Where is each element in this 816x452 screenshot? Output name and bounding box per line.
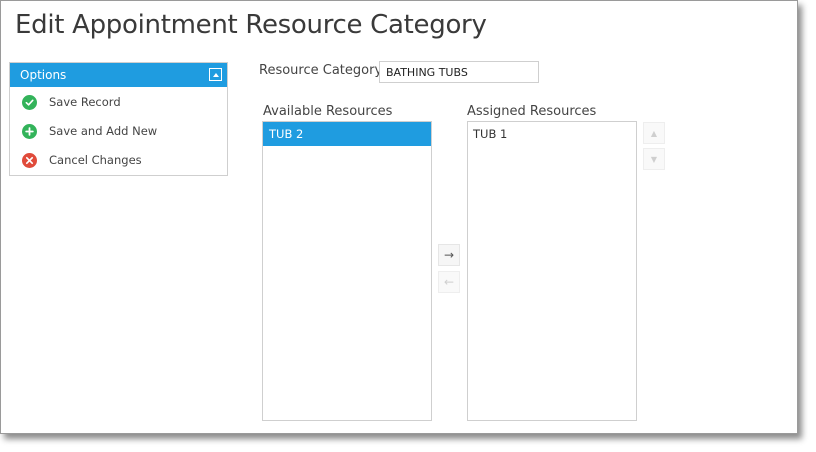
x-icon <box>22 152 37 168</box>
options-header-label: Options <box>20 68 67 82</box>
list-item[interactable]: TUB 1 <box>468 122 636 146</box>
available-resources-list[interactable]: TUB 2 <box>262 121 432 421</box>
arrow-up-icon: ▲ <box>650 128 658 138</box>
cancel-changes-button[interactable]: Cancel Changes <box>22 151 142 169</box>
arrow-right-icon: → <box>443 248 455 262</box>
check-icon <box>22 94 37 110</box>
move-left-button[interactable]: ← <box>438 271 460 293</box>
plus-icon <box>22 123 37 139</box>
arrow-left-icon: ← <box>443 275 455 289</box>
page-title: Edit Appointment Resource Category <box>15 10 487 40</box>
options-panel: Options Save Record Save and Add New Can… <box>9 62 228 176</box>
list-item[interactable]: TUB 2 <box>263 122 431 146</box>
assigned-resources-list[interactable]: TUB 1 <box>467 121 637 421</box>
available-resources-label: Available Resources <box>263 104 393 119</box>
dialog-window: Edit Appointment Resource Category Optio… <box>0 0 798 434</box>
save-and-add-new-label: Save and Add New <box>49 124 158 138</box>
save-and-add-new-button[interactable]: Save and Add New <box>22 122 157 140</box>
move-up-button[interactable]: ▲ <box>643 122 665 144</box>
arrow-down-icon: ▼ <box>650 154 658 164</box>
save-record-button[interactable]: Save Record <box>22 93 121 111</box>
assigned-resources-label: Assigned Resources <box>467 104 597 119</box>
collapse-icon[interactable] <box>209 68 222 81</box>
resource-category-input[interactable] <box>379 61 539 83</box>
save-record-label: Save Record <box>49 95 121 109</box>
options-header[interactable]: Options <box>10 63 227 87</box>
move-down-button[interactable]: ▼ <box>643 148 665 170</box>
cancel-changes-label: Cancel Changes <box>49 153 142 167</box>
move-right-button[interactable]: → <box>438 244 460 266</box>
resource-category-label: Resource Category <box>259 63 383 78</box>
